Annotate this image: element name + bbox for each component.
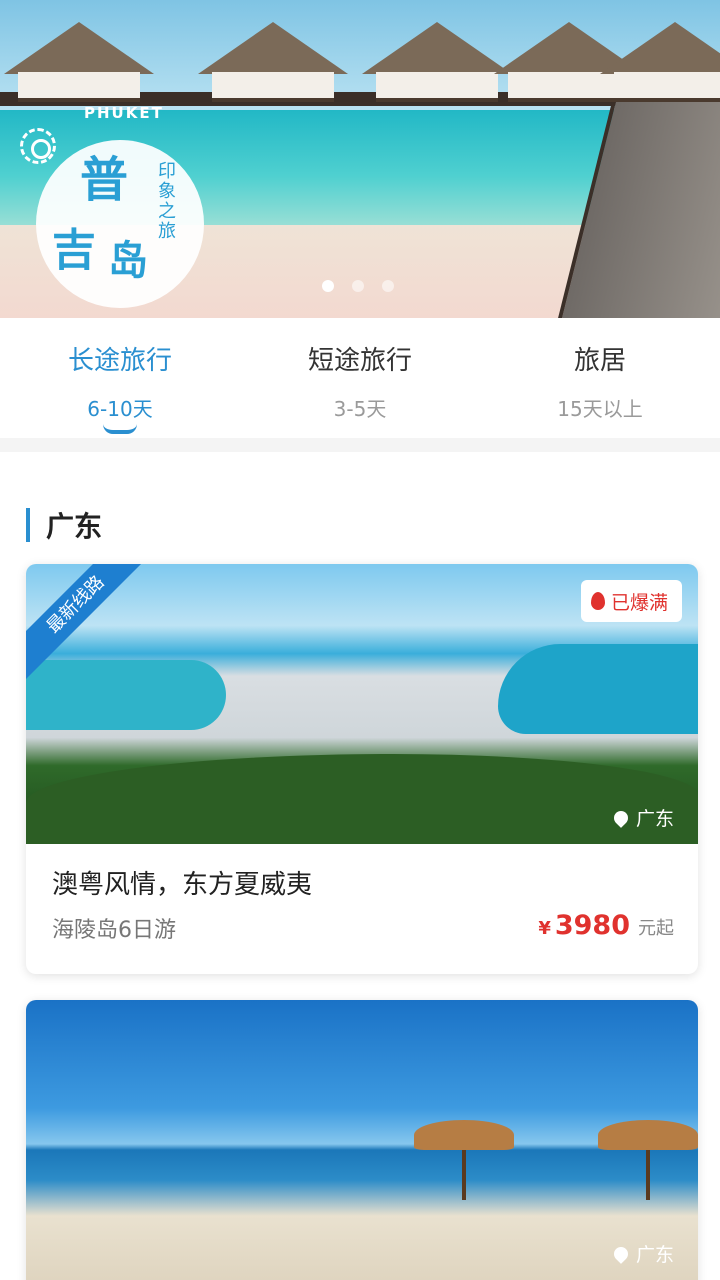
tab-short-trip[interactable]: 短途旅行 3-5天 [240,318,480,438]
banner-hut [198,22,348,102]
section-header: 广东 [26,508,103,543]
location-tag: 广东 [611,1240,674,1267]
tab-long-trip[interactable]: 长途旅行 6-10天 [0,318,240,438]
tab-duration: 6-10天 [87,397,153,421]
route-price: ¥ 3980 元起 [538,910,674,941]
banner-hut [362,22,512,102]
logo-tagline: 印象之旅 [158,161,176,242]
carousel-dot[interactable] [352,280,364,292]
price-unit: 元起 [638,918,674,939]
section-title: 广东 [46,510,103,543]
tab-duration: 3-5天 [333,397,387,421]
carousel-dot[interactable] [322,280,334,292]
section-accent-bar [26,508,30,542]
hero-banner[interactable]: PHUKET 普 吉 岛 印象之旅 [0,0,720,318]
location-label: 广东 [635,808,674,830]
tab-duration: 15天以上 [557,397,643,421]
sun-logo-icon [20,128,56,164]
logo-char-2: 吉 [52,225,96,276]
trip-length-tabs: 长途旅行 6-10天 短途旅行 3-5天 旅居 15天以上 [0,318,720,438]
route-card[interactable]: 最新线路 已爆满 广东 澳粤风情，东方夏威夷 海陵岛6日游 ¥ 3980 元起 [26,564,698,974]
banner-hut [600,22,720,102]
logo-char-1: 普 [80,152,129,208]
phuket-label: PHUKET [84,104,164,122]
location-pin-icon [611,807,631,828]
tab-title: 长途旅行 [67,346,172,376]
sold-out-label: 已爆满 [610,591,668,614]
tab-sojourn[interactable]: 旅居 15天以上 [480,318,720,438]
route-title: 澳粤风情，东方夏威夷 [52,870,313,900]
route-photo [26,1000,698,1280]
sold-out-badge: 已爆满 [580,580,682,622]
active-tab-indicator [103,424,137,434]
tab-title: 旅居 [573,346,626,376]
location-tag: 广东 [611,804,674,831]
banner-hut [4,22,154,102]
route-list: 广东 最新线路 已爆满 广东 澳粤风情，东方夏威夷 海陵岛6日游 ¥ 3980 … [0,452,720,1280]
logo-char-3: 岛 [108,238,148,284]
route-subtitle: 海陵岛6日游 [52,918,176,943]
carousel-dot[interactable] [382,280,394,292]
location-pin-icon [611,1243,631,1264]
route-card[interactable]: 广东 [26,1000,698,1280]
fire-icon [590,592,605,610]
currency-symbol: ¥ [538,918,551,939]
tab-title: 短途旅行 [307,346,412,376]
price-value: 3980 [554,910,630,941]
location-label: 广东 [635,1244,674,1266]
carousel-indicator [322,280,394,292]
